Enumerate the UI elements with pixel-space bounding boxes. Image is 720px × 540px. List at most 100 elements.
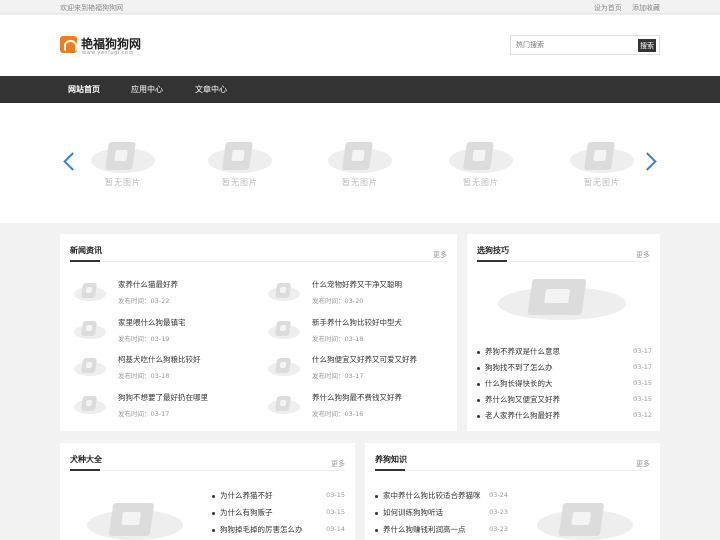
- list-item[interactable]: 狗狗掉毛掉的厉害怎么办 03-14: [212, 524, 345, 538]
- carousel-next-arrow-icon[interactable]: [644, 151, 656, 171]
- news-thumbnail: [264, 319, 304, 347]
- list-item[interactable]: 养狗不养双是什么意思 03-17: [477, 346, 652, 360]
- logo-icon: [60, 36, 77, 53]
- news-item[interactable]: 家里喂什么狗最镇宅 发布时间：03-19: [70, 317, 255, 349]
- list-item[interactable]: 老人家养什么狗最好养 03-12: [477, 410, 652, 424]
- breeds-feature-image[interactable]: [75, 498, 195, 540]
- list-item-title[interactable]: 为什么养猫不好: [220, 490, 273, 501]
- nav-item-home[interactable]: 网站首页: [68, 84, 100, 95]
- carousel-prev-arrow-icon[interactable]: [62, 151, 74, 171]
- placeholder-label: 暂无图片: [222, 178, 258, 187]
- news-item-title[interactable]: 新手养什么狗比较好中型犬: [312, 317, 402, 328]
- set-home-link[interactable]: 设为首页: [594, 4, 622, 12]
- knowledge-panel: 养狗知识 更多 家中养什么狗比较适合养猫咪 03-24 如何训练狗狗听话 03-…: [365, 443, 660, 540]
- search-box: 搜索: [510, 35, 660, 55]
- knowledge-panel-title: 养狗知识: [375, 455, 407, 464]
- image-carousel: 暂无图片 暂无图片 暂无图片 暂无图片 暂无图片: [0, 103, 720, 223]
- knowledge-feature-image[interactable]: [525, 498, 645, 540]
- list-item[interactable]: 狗狗找不到了怎么办 03-17: [477, 362, 652, 376]
- list-item-title[interactable]: 如何训练狗狗听话: [383, 507, 443, 518]
- news-item-date: 发布时间：03-22: [118, 297, 170, 305]
- list-item-title[interactable]: 什么狗长得快长的大: [485, 378, 553, 389]
- top-bar: 欢迎来到艳福狗狗网 设为首页 添加收藏: [0, 0, 720, 14]
- placeholder-label: 暂无图片: [342, 178, 378, 187]
- list-item-date: 03-12: [633, 411, 652, 419]
- list-item-date: 03-17: [633, 347, 652, 355]
- knowledge-more-link[interactable]: 更多: [636, 459, 650, 469]
- search-button[interactable]: 搜索: [638, 39, 656, 52]
- list-item[interactable]: 养什么狗又便宜又好养 03-15: [477, 394, 652, 408]
- list-item[interactable]: 如何训练狗狗听话 03-23: [375, 507, 508, 521]
- list-item-date: 03-15: [326, 508, 345, 516]
- list-item[interactable]: 为什么养猫不好 03-15: [212, 490, 345, 504]
- news-item-title[interactable]: 狗狗不想要了最好扔在哪里: [118, 392, 208, 403]
- breeds-more-link[interactable]: 更多: [331, 459, 345, 469]
- list-item[interactable]: 为什么有狗贩子 03-15: [212, 507, 345, 521]
- news-item[interactable]: 什么宠物好养又干净又聪明 发布时间：03-20: [264, 279, 449, 311]
- list-item-date: 03-17: [633, 363, 652, 371]
- list-item-title[interactable]: 养狗不养双是什么意思: [485, 346, 560, 357]
- news-item[interactable]: 新手养什么狗比较好中型犬 发布时间：03-18: [264, 317, 449, 349]
- list-item[interactable]: 什么狗长得快长的大 03-15: [477, 378, 652, 392]
- carousel-slide[interactable]: 暂无图片: [200, 138, 280, 188]
- list-item-title[interactable]: 为什么有狗贩子: [220, 507, 273, 518]
- carousel-slide[interactable]: 暂无图片: [441, 138, 521, 188]
- news-item[interactable]: 狗狗不想要了最好扔在哪里 发布时间：03-17: [70, 392, 255, 424]
- breeds-panel-title: 犬种大全: [70, 455, 102, 464]
- news-item-title[interactable]: 家养什么猫最好养: [118, 279, 178, 290]
- news-item-title[interactable]: 养什么狗狗最不费钱又好养: [312, 392, 402, 403]
- carousel-slide[interactable]: 暂无图片: [320, 138, 400, 188]
- news-item[interactable]: 养什么狗狗最不费钱又好养 发布时间：03-16: [264, 392, 449, 424]
- news-thumbnail: [70, 394, 110, 422]
- news-item[interactable]: 什么狗便宜又好养又可爱又好养 发布时间：03-17: [264, 354, 449, 386]
- list-item-title[interactable]: 狗狗找不到了怎么办: [485, 362, 553, 373]
- news-thumbnail: [264, 356, 304, 384]
- news-item-date: 发布时间：03-18: [118, 372, 170, 380]
- list-item-title[interactable]: 家中养什么狗比较适合养猫咪: [383, 490, 481, 501]
- placeholder-label: 暂无图片: [584, 178, 620, 187]
- list-item-date: 03-14: [326, 525, 345, 533]
- news-item-date: 发布时间：03-19: [118, 335, 170, 343]
- tips-more-link[interactable]: 更多: [636, 250, 650, 260]
- news-item-date: 发布时间：03-17: [118, 410, 170, 418]
- list-item[interactable]: 养什么狗赚钱利润高一点 03-23: [375, 524, 508, 538]
- news-thumbnail: [70, 319, 110, 347]
- bullet-icon: [212, 512, 215, 515]
- news-item[interactable]: 柯基犬吃什么狗粮比较好 发布时间：03-18: [70, 354, 255, 386]
- nav-item-apps[interactable]: 应用中心: [131, 84, 163, 95]
- bullet-icon: [477, 383, 480, 386]
- bullet-icon: [477, 351, 480, 354]
- add-favorite-link[interactable]: 添加收藏: [632, 4, 660, 12]
- nav-item-articles[interactable]: 文章中心: [195, 84, 227, 95]
- news-item-title[interactable]: 什么狗便宜又好养又可爱又好养: [312, 354, 417, 365]
- tips-feature-image[interactable]: [482, 274, 642, 339]
- bullet-icon: [375, 512, 378, 515]
- bullet-icon: [375, 529, 378, 532]
- tips-panel-title: 选狗技巧: [477, 246, 509, 255]
- list-item[interactable]: 家中养什么狗比较适合养猫咪 03-24: [375, 490, 508, 504]
- news-item-title[interactable]: 家里喂什么狗最镇宅: [118, 317, 186, 328]
- search-input[interactable]: [516, 39, 634, 51]
- list-item-title[interactable]: 狗狗掉毛掉的厉害怎么办: [220, 524, 303, 535]
- news-panel: 新闻资讯 更多 家养什么猫最好养 发布时间：03-22 什么宠物好养又干净又聪明…: [60, 234, 457, 431]
- carousel-slide[interactable]: 暂无图片: [83, 138, 163, 188]
- main-nav: 网站首页 应用中心 文章中心: [0, 76, 720, 103]
- carousel-slide[interactable]: 暂无图片: [562, 138, 642, 188]
- list-item-title[interactable]: 养什么狗又便宜又好养: [485, 394, 560, 405]
- news-item[interactable]: 家养什么猫最好养 发布时间：03-22: [70, 279, 255, 311]
- bullet-icon: [477, 399, 480, 402]
- placeholder-label: 暂无图片: [105, 178, 141, 187]
- news-item-title[interactable]: 柯基犬吃什么狗粮比较好: [118, 354, 201, 365]
- list-item-title[interactable]: 老人家养什么狗最好养: [485, 410, 560, 421]
- list-item-date: 03-23: [489, 508, 508, 516]
- news-panel-title: 新闻资讯: [70, 246, 102, 255]
- breeds-panel: 犬种大全 更多 为什么养猫不好 03-15 为什么有狗贩子 03-15 狗狗掉毛…: [60, 443, 355, 540]
- list-item-title[interactable]: 养什么狗赚钱利润高一点: [383, 524, 466, 535]
- list-item-date: 03-24: [489, 491, 508, 499]
- site-logo[interactable]: 艳福狗狗网 www.yanfugl.com: [60, 35, 150, 57]
- news-more-link[interactable]: 更多: [433, 250, 447, 260]
- top-links: 设为首页 添加收藏: [586, 3, 660, 13]
- logo-domain: www.yanfugl.com: [82, 50, 134, 56]
- welcome-text: 欢迎来到艳福狗狗网: [60, 4, 123, 12]
- news-item-title[interactable]: 什么宠物好养又干净又聪明: [312, 279, 402, 290]
